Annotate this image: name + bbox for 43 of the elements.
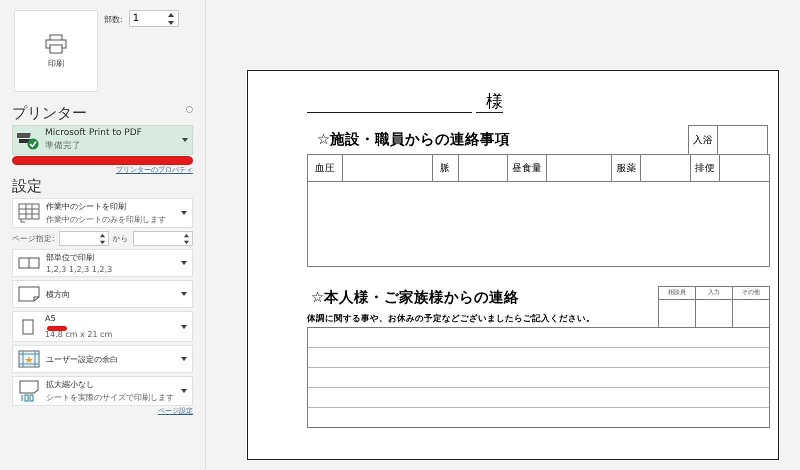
spinner-icon[interactable]	[183, 232, 190, 244]
settings-dropdown[interactable]: A5 14.8 cm x 21 cm	[12, 311, 193, 342]
printer-icon	[45, 34, 67, 54]
caret-icon	[181, 211, 187, 215]
honorific-text: 様	[476, 92, 503, 113]
copies-field[interactable]: 1	[128, 10, 179, 27]
settings-heading: 設定	[12, 177, 43, 196]
table-cell: 昼食量	[508, 155, 548, 181]
settings-dropdown[interactable]: 横方向	[12, 280, 193, 308]
spinner-icon[interactable]	[166, 12, 175, 26]
settings-dropdown[interactable]: ユーザー設定の余白	[12, 345, 193, 373]
portrait-page-icon	[22, 318, 34, 334]
section-title: ☆本人様・ご家族様からの連絡	[310, 288, 520, 307]
page-to-field[interactable]	[132, 231, 193, 246]
table-cell: 血圧	[308, 155, 343, 181]
settings-dropdown[interactable]: 部単位で印刷 1,2,3 1,2,3 1,2,3	[12, 249, 193, 277]
caret-icon	[181, 292, 187, 296]
landscape-page-icon	[18, 286, 40, 302]
table-cell: 服薬	[612, 155, 642, 181]
two-pages-icon	[18, 257, 40, 269]
caret-icon	[182, 138, 188, 142]
instruction-text: 体調に関する事や、お休みの予定などございましたらご記入ください。	[307, 313, 595, 325]
actual-size-icon	[18, 380, 40, 402]
printer-heading: プリンター	[12, 104, 87, 123]
settings-dropdown[interactable]: 拡大縮小なし シートを実際のサイズで印刷します	[12, 376, 193, 406]
table-cell: 入浴	[689, 126, 718, 154]
spinner-icon[interactable]	[98, 232, 106, 244]
section-title: ☆施設・職員からの連絡事項	[316, 130, 510, 149]
redaction-mark	[47, 326, 67, 331]
print-button[interactable]: 印刷	[14, 10, 98, 92]
caret-icon	[181, 357, 187, 361]
caret-icon	[181, 261, 187, 265]
caret-icon	[181, 389, 187, 393]
margins-icon	[18, 350, 40, 368]
page-from-field[interactable]	[58, 231, 109, 246]
table-cell: 脈	[432, 155, 459, 181]
sheet-grid-icon	[18, 203, 40, 223]
printer-dropdown[interactable]: Microsoft Print to PDF 準備完了	[12, 125, 193, 155]
info-icon[interactable]	[186, 106, 193, 113]
caret-icon	[181, 324, 187, 328]
table-cell: 排便	[691, 155, 720, 181]
settings-dropdown[interactable]: 作業中のシートを印刷 作業中のシートのみを印刷します	[12, 198, 193, 228]
copies-label: 部数:	[104, 14, 123, 25]
